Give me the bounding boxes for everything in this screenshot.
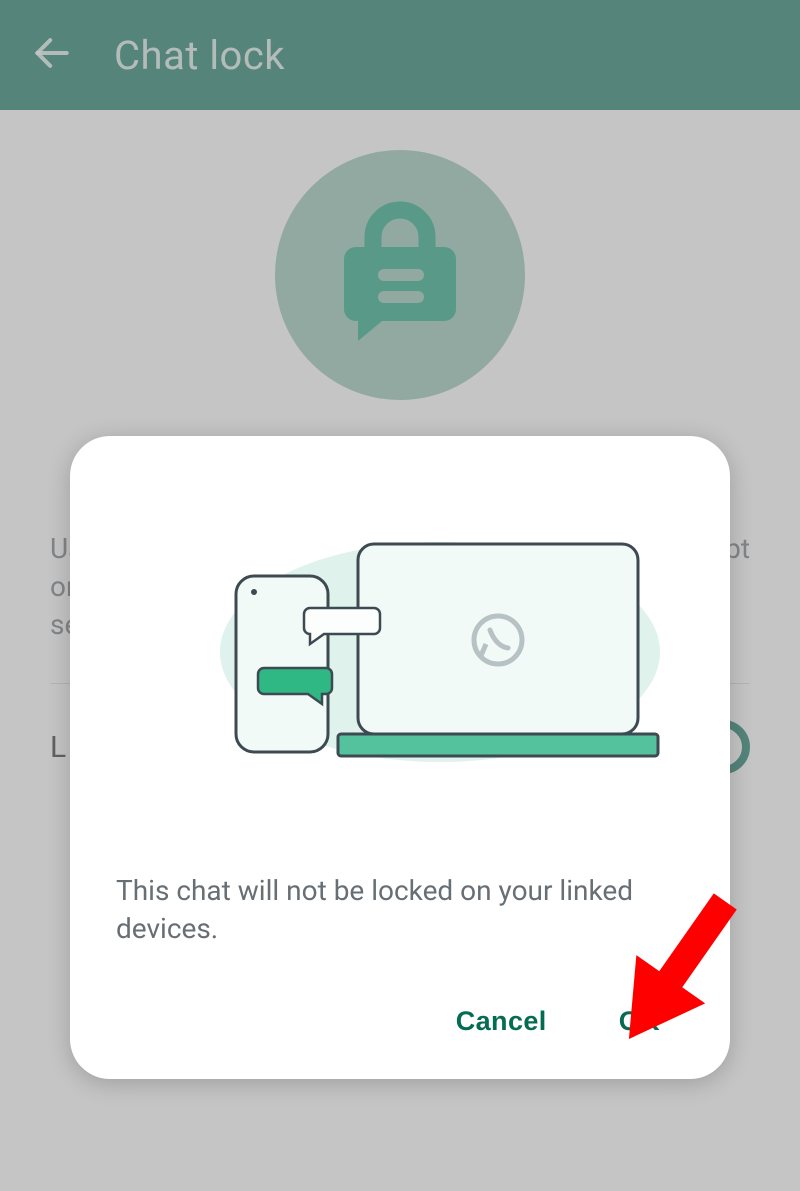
- cancel-button[interactable]: Cancel: [456, 1006, 547, 1037]
- dialog-illustration: [116, 482, 684, 802]
- ok-button[interactable]: OK: [619, 1006, 660, 1037]
- dialog-actions: Cancel OK: [116, 1006, 684, 1049]
- dialog-message: This chat will not be locked on your lin…: [116, 872, 684, 948]
- linked-devices-dialog: This chat will not be locked on your lin…: [70, 436, 730, 1079]
